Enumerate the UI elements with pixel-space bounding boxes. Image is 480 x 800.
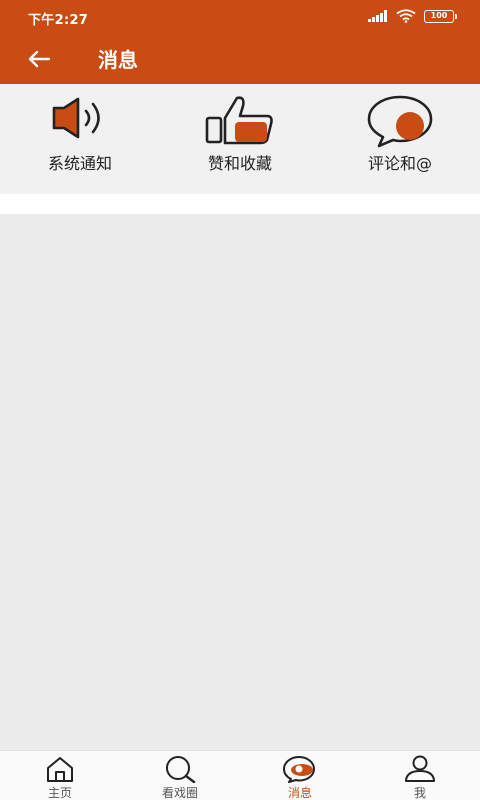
battery-level: 100 <box>430 10 448 20</box>
message-eye-icon <box>283 756 315 783</box>
divider-strip <box>0 194 480 214</box>
category-likes-favorites[interactable]: 赞和收藏 <box>160 84 320 194</box>
back-button[interactable] <box>22 42 56 76</box>
title-bar: 消息 <box>0 34 480 84</box>
bottom-nav: 主页 看戏圈 消息 我 <box>0 750 480 800</box>
home-icon <box>47 757 73 782</box>
message-categories: 系统通知 赞和收藏 评论和@ <box>0 84 480 194</box>
status-bar: 下午2:27 100 <box>0 0 480 34</box>
wifi-icon <box>396 9 416 23</box>
category-system-notice[interactable]: 系统通知 <box>0 84 160 194</box>
status-icons: 100 <box>368 9 457 23</box>
signal-icon <box>368 10 387 22</box>
nav-item-home[interactable]: 主页 <box>0 751 120 800</box>
category-label: 系统通知 <box>47 154 112 173</box>
category-label: 评论和@ <box>367 154 432 173</box>
person-icon <box>405 755 435 782</box>
message-list-empty <box>0 214 480 750</box>
category-label: 赞和收藏 <box>207 154 272 173</box>
nav-label: 看戏圈 <box>161 786 198 800</box>
category-comments-mentions[interactable]: 评论和@ <box>320 84 480 194</box>
nav-item-me[interactable]: 我 <box>360 751 480 800</box>
speech-bubble-icon <box>367 95 433 148</box>
nav-label: 我 <box>413 786 426 800</box>
nav-label: 消息 <box>287 786 312 800</box>
battery-icon: 100 <box>424 9 457 23</box>
nav-item-circle[interactable]: 看戏圈 <box>120 751 240 800</box>
search-icon <box>166 756 196 783</box>
status-time: 下午2:27 <box>28 13 89 28</box>
page-title: 消息 <box>98 48 138 72</box>
speaker-icon <box>52 97 100 139</box>
thumbs-up-icon <box>205 96 273 145</box>
app-screen: 下午2:27 100 消息 系统通知 赞和收藏 评论和@ 主页 看戏圈 消息 我 <box>0 0 480 800</box>
header: 下午2:27 100 消息 <box>0 0 480 84</box>
nav-label: 主页 <box>47 786 72 800</box>
nav-item-messages[interactable]: 消息 <box>240 751 360 800</box>
arrow-left-icon <box>28 50 51 68</box>
